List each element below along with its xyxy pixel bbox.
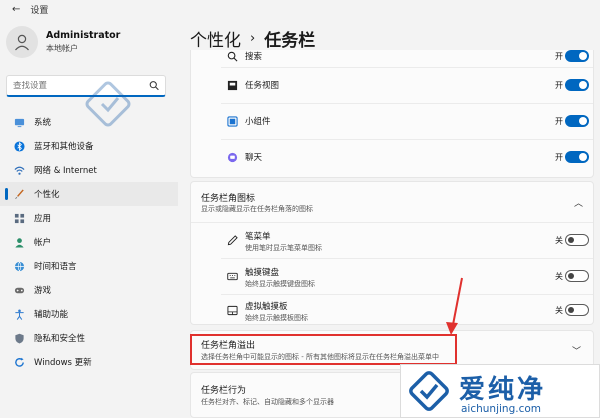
avatar xyxy=(6,26,38,58)
profile-account-type: 本地帐户 xyxy=(46,44,78,53)
nav-item-privacy[interactable]: 隐私和安全性 xyxy=(0,326,178,350)
page-title: 任务栏 xyxy=(264,31,316,51)
wifi-icon xyxy=(14,166,25,175)
nav-item-accounts[interactable]: 帐户 xyxy=(0,230,178,254)
nav-item-label: Windows 更新 xyxy=(34,358,92,368)
window-title: 设置 xyxy=(30,5,49,16)
section-subtitle: 任务栏对齐、标记、自动隐藏和多个显示器 xyxy=(201,398,334,406)
toggle-state: 关 xyxy=(555,271,563,281)
toggle-state: 关 xyxy=(555,305,563,315)
watermark-logo: 爱纯净 aichunjing.com xyxy=(400,364,600,418)
nav-item-accessibility[interactable]: 辅助功能 xyxy=(0,302,178,326)
nav-item-time-language[interactable]: 时间和语言 xyxy=(0,254,178,278)
watermark-logo-icon xyxy=(409,371,449,411)
toggle-state: 开 xyxy=(555,116,563,126)
toggle-state: 关 xyxy=(555,235,563,245)
brush-icon xyxy=(15,188,24,199)
nav-list: 系统 蓝牙和其他设备 网络 & Internet 个性化 应用 帐户 时间和语言 xyxy=(0,110,178,374)
search-icon xyxy=(227,51,238,61)
chat-icon xyxy=(227,152,238,162)
task-view-icon xyxy=(227,80,238,90)
taskbar-item-row: 任务视图 开 xyxy=(191,68,595,102)
nav-item-label: 系统 xyxy=(34,118,52,128)
section-title: 任务栏角图标 xyxy=(201,194,256,204)
accessibility-icon xyxy=(15,309,24,320)
corner-icon-row: 笔菜单 使用笔时显示笔菜单图标 关 xyxy=(191,223,595,257)
corner-icons-header[interactable]: 任务栏角图标 显示或隐藏显示在任务栏角落的图标 ︿ xyxy=(191,182,595,222)
toggle-state: 开 xyxy=(555,51,563,61)
monitor-icon xyxy=(14,118,25,127)
watermark-overlay-logo xyxy=(85,81,131,127)
user-profile[interactable]: Administrator 本地帐户 xyxy=(6,26,120,58)
taskbar-item-row: 聊天 开 xyxy=(191,140,595,174)
section-subtitle: 显示或隐藏显示在任务栏角落的图标 xyxy=(201,205,313,213)
taskbar-item-row: 搜索 开 xyxy=(191,50,595,66)
person-avatar-icon xyxy=(15,34,29,51)
corner-icon-description: 始终显示触摸板图标 xyxy=(245,314,308,322)
search-toggle[interactable] xyxy=(565,50,589,62)
breadcrumb-separator: › xyxy=(250,31,256,46)
corner-icon-row: 触摸键盘 始终显示触摸键盘图标 关 xyxy=(191,259,595,293)
nav-item-network[interactable]: 网络 & Internet xyxy=(0,158,178,182)
nav-item-label: 辅助功能 xyxy=(34,310,69,320)
corner-icon-row: 虚拟触摸板 始终显示触摸板图标 关 xyxy=(191,295,595,325)
task-view-toggle[interactable] xyxy=(565,79,589,91)
breadcrumb-parent[interactable]: 个性化 xyxy=(190,26,241,51)
nav-item-personalization[interactable]: 个性化 xyxy=(0,182,178,206)
taskbar-item-row: 小组件 开 xyxy=(191,104,595,138)
nav-item-label: 帐户 xyxy=(34,238,52,248)
bluetooth-icon xyxy=(14,140,25,152)
corner-icon-description: 使用笔时显示笔菜单图标 xyxy=(245,244,322,252)
chevron-down-icon[interactable]: ﹀ xyxy=(572,344,581,357)
globe-icon xyxy=(14,261,25,272)
taskbar-item-label: 任务视图 xyxy=(245,81,280,91)
corner-icon-label: 触摸键盘 xyxy=(245,268,280,278)
taskbar-items-card: 搜索 开 任务视图 开 小组件 开 聊天 开 xyxy=(190,50,594,178)
touchpad-icon xyxy=(227,305,238,315)
shield-icon xyxy=(15,333,24,344)
taskbar-item-label: 小组件 xyxy=(245,117,271,127)
pen-menu-toggle[interactable] xyxy=(565,234,589,246)
toggle-state: 开 xyxy=(555,152,563,162)
toggle-state: 开 xyxy=(555,80,563,90)
apps-icon xyxy=(14,213,25,223)
nav-item-label: 时间和语言 xyxy=(34,262,77,272)
nav-item-label: 隐私和安全性 xyxy=(34,334,86,344)
watermark-title: 爱纯净 xyxy=(459,375,547,405)
nav-item-label: 游戏 xyxy=(34,286,52,296)
chevron-up-icon[interactable]: ︿ xyxy=(574,196,583,209)
corner-icon-label: 虚拟触摸板 xyxy=(245,302,288,312)
breadcrumb: 个性化 › 任务栏 xyxy=(190,26,315,51)
search-icon[interactable] xyxy=(149,80,159,91)
profile-name: Administrator xyxy=(46,30,121,41)
corner-icons-card: 任务栏角图标 显示或隐藏显示在任务栏角落的图标 ︿ 笔菜单 使用笔时显示笔菜单图… xyxy=(190,181,594,325)
person-icon xyxy=(15,237,24,248)
virtual-touchpad-toggle[interactable] xyxy=(565,304,589,316)
gamepad-icon xyxy=(14,287,25,293)
widgets-icon xyxy=(227,115,238,127)
nav-item-label: 应用 xyxy=(34,214,52,224)
corner-icon-label: 笔菜单 xyxy=(245,232,271,242)
widgets-toggle[interactable] xyxy=(565,115,589,127)
nav-item-apps[interactable]: 应用 xyxy=(0,206,178,230)
nav-item-gaming[interactable]: 游戏 xyxy=(0,278,178,302)
nav-item-label: 网络 & Internet xyxy=(34,166,97,176)
touch-keyboard-toggle[interactable] xyxy=(565,270,589,282)
back-arrow-icon[interactable]: ← xyxy=(12,4,20,15)
keyboard-icon xyxy=(227,272,238,280)
corner-icon-description: 始终显示触摸键盘图标 xyxy=(245,280,315,288)
nav-item-label: 个性化 xyxy=(34,190,60,200)
annotation-highlight-box xyxy=(190,334,457,365)
title-bar: ← 设置 xyxy=(0,0,600,18)
taskbar-item-label: 聊天 xyxy=(245,153,263,163)
taskbar-item-label: 搜索 xyxy=(245,52,263,62)
chat-toggle[interactable] xyxy=(565,151,589,163)
update-icon xyxy=(15,357,24,367)
pen-icon xyxy=(227,234,238,245)
watermark-url: aichunjing.com xyxy=(461,403,542,415)
section-title: 任务栏行为 xyxy=(201,386,247,396)
nav-item-windows-update[interactable]: Windows 更新 xyxy=(0,350,178,374)
